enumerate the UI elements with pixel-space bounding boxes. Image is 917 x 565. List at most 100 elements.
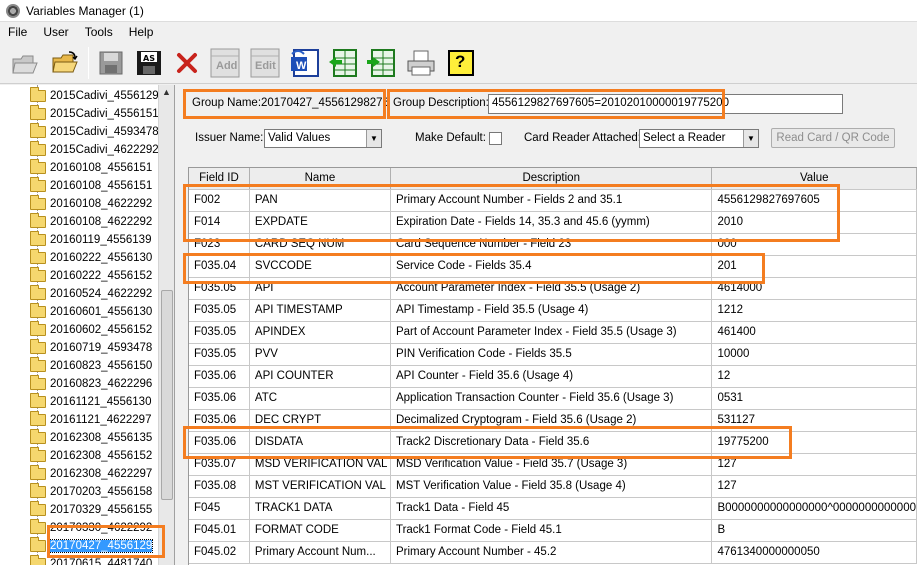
name-cell[interactable]: MST VERIFICATION VAL bbox=[249, 475, 391, 498]
description-cell[interactable]: MSD Verification Value - Field 35.7 (Usa… bbox=[390, 453, 713, 476]
tree-item[interactable]: 20160119_4556139 bbox=[30, 231, 158, 249]
name-cell[interactable]: FORMAT CODE bbox=[249, 519, 391, 542]
field-id-cell[interactable]: F035.05 bbox=[189, 321, 250, 344]
make-default-checkbox[interactable] bbox=[489, 132, 502, 145]
table-row[interactable]: F035.06 API COUNTER API Counter - Field 35… bbox=[189, 365, 917, 388]
tree-item[interactable]: 20160602_4556152 bbox=[30, 321, 158, 339]
name-cell[interactable]: CARD SEQ NUM bbox=[249, 233, 391, 256]
value-cell[interactable]: 1212 bbox=[711, 299, 917, 322]
description-cell[interactable]: PIN Verification Code - Fields 35.5 bbox=[390, 343, 713, 366]
menu-file[interactable]: File bbox=[0, 25, 35, 39]
description-cell[interactable]: Part of Account Parameter Index - Field … bbox=[390, 321, 713, 344]
tree-item[interactable]: 20160719_4593478 bbox=[30, 339, 158, 357]
name-cell[interactable]: MSD VERIFICATION VAL bbox=[249, 453, 391, 476]
table-row[interactable]: F035.04 SVCCODE Service Code - Fields 35.4… bbox=[189, 255, 917, 278]
table-row[interactable]: F045 TRACK1 DATA Track1 Data - Field 45 B00… bbox=[189, 497, 917, 520]
field-id-cell[interactable]: F023 bbox=[189, 233, 250, 256]
value-cell[interactable]: 000 bbox=[711, 233, 917, 256]
name-cell[interactable]: TRACK1 DATA bbox=[249, 497, 391, 520]
tree-item[interactable]: 20160108_4556151 bbox=[30, 159, 158, 177]
field-id-cell[interactable]: F014 bbox=[189, 211, 250, 234]
card-reader-select[interactable]: Select a Reader ▼ bbox=[639, 129, 759, 148]
scroll-thumb[interactable] bbox=[161, 290, 173, 500]
table-row[interactable]: F002 PAN Primary Account Number - Fields 2… bbox=[189, 189, 917, 212]
description-cell[interactable]: Track1 Data - Field 45 bbox=[390, 497, 713, 520]
chevron-down-icon[interactable]: ▼ bbox=[366, 130, 381, 147]
field-id-cell[interactable]: F035.06 bbox=[189, 365, 250, 388]
tree-item[interactable]: 20170427_4556129 bbox=[30, 537, 158, 555]
tree-item[interactable]: 20162308_4556152 bbox=[30, 447, 158, 465]
name-cell[interactable]: SVCCODE bbox=[249, 255, 391, 278]
tree-item[interactable]: 20160823_4622296 bbox=[30, 375, 158, 393]
value-cell[interactable]: 201 bbox=[711, 255, 917, 278]
name-cell[interactable]: API COUNTER bbox=[249, 365, 391, 388]
tree-item[interactable]: 20160601_4556130 bbox=[30, 303, 158, 321]
tree-item[interactable]: 20170615_4481740 bbox=[30, 555, 158, 565]
tree-item[interactable]: 20162308_4622297 bbox=[30, 465, 158, 483]
description-cell[interactable]: Primary Account Number - Fields 2 and 35… bbox=[390, 189, 713, 212]
tree-item[interactable]: 2015Cadivi_4593478 bbox=[30, 123, 158, 141]
name-cell[interactable]: APINDEX bbox=[249, 321, 391, 344]
field-id-cell[interactable]: F035.06 bbox=[189, 387, 250, 410]
field-id-cell[interactable]: F035.06 bbox=[189, 431, 250, 454]
open-folder-icon[interactable] bbox=[50, 48, 80, 78]
field-id-cell[interactable]: F045 bbox=[189, 497, 250, 520]
word-export-icon[interactable]: W bbox=[290, 48, 320, 78]
table-row[interactable]: F014 EXPDATE Expiration Date - Fields 14, … bbox=[189, 211, 917, 234]
value-cell[interactable]: 4614000 bbox=[711, 277, 917, 300]
description-cell[interactable]: Expiration Date - Fields 14, 35.3 and 45… bbox=[390, 211, 713, 234]
column-header-field-id[interactable]: Field ID bbox=[189, 168, 250, 190]
table-row[interactable]: F035.07 MSD VERIFICATION VAL MSD Verificat… bbox=[189, 453, 917, 476]
tree-item[interactable]: 20160222_4556130 bbox=[30, 249, 158, 267]
tree-item[interactable]: 2015Cadivi_4556129 bbox=[30, 87, 158, 105]
name-cell[interactable]: PAN bbox=[249, 189, 391, 212]
name-cell[interactable]: PVV bbox=[249, 343, 391, 366]
field-id-cell[interactable]: F035.05 bbox=[189, 277, 250, 300]
description-cell[interactable]: API Timestamp - Field 35.5 (Usage 4) bbox=[390, 299, 713, 322]
value-cell[interactable]: B bbox=[711, 519, 917, 542]
name-cell[interactable]: DISDATA bbox=[249, 431, 391, 454]
value-cell[interactable]: 10000 bbox=[711, 343, 917, 366]
description-cell[interactable]: Account Parameter Index - Field 35.5 (Us… bbox=[390, 277, 713, 300]
delete-icon[interactable] bbox=[172, 48, 202, 78]
open-folder-disabled-icon[interactable] bbox=[10, 48, 40, 78]
table-row[interactable]: F023 CARD SEQ NUM Card Sequence Number - F… bbox=[189, 233, 917, 256]
description-cell[interactable]: Track2 Discretionary Data - Field 35.6 bbox=[390, 431, 713, 454]
help-icon[interactable]: ? bbox=[446, 48, 476, 78]
menu-help[interactable]: Help bbox=[121, 25, 162, 39]
table-row[interactable]: F045.01 FORMAT CODE Track1 Format Code - F… bbox=[189, 519, 917, 542]
name-cell[interactable]: Primary Account Num... bbox=[249, 541, 391, 564]
table-row[interactable]: F035.06 DEC CRYPT Decimalized Cryptogram -… bbox=[189, 409, 917, 432]
printer-icon[interactable] bbox=[406, 48, 436, 78]
edit-button[interactable]: Edit bbox=[250, 48, 280, 78]
field-id-cell[interactable]: F035.07 bbox=[189, 453, 250, 476]
name-cell[interactable]: API TIMESTAMP bbox=[249, 299, 391, 322]
tree-item[interactable]: 20160108_4556151 bbox=[30, 177, 158, 195]
excel-export-icon[interactable] bbox=[328, 48, 358, 78]
value-cell[interactable]: 461400 bbox=[711, 321, 917, 344]
description-cell[interactable]: MST Verification Value - Field 35.8 (Usa… bbox=[390, 475, 713, 498]
value-cell[interactable]: 4556129827697605 bbox=[711, 189, 917, 212]
name-cell[interactable]: DEC CRYPT bbox=[249, 409, 391, 432]
table-row[interactable]: F035.05 PVV PIN Verification Code - Fields… bbox=[189, 343, 917, 366]
field-id-cell[interactable]: F035.04 bbox=[189, 255, 250, 278]
tree-item[interactable]: 20160108_4622292 bbox=[30, 213, 158, 231]
tree-item[interactable]: 20160524_4622292 bbox=[30, 285, 158, 303]
group-name-value[interactable]: 20170427_45561298276 bbox=[261, 97, 389, 109]
field-id-cell[interactable]: F035.08 bbox=[189, 475, 250, 498]
value-cell[interactable]: 2010 bbox=[711, 211, 917, 234]
column-header-name[interactable]: Name bbox=[249, 168, 391, 190]
description-cell[interactable]: Decimalized Cryptogram - Field 35.6 (Usa… bbox=[390, 409, 713, 432]
description-cell[interactable]: Service Code - Fields 35.4 bbox=[390, 255, 713, 278]
table-row[interactable]: F045.02 Primary Account Num... Primary Acc… bbox=[189, 541, 917, 564]
value-cell[interactable]: 127 bbox=[711, 475, 917, 498]
value-cell[interactable]: B0000000000000000^0000000000000 bbox=[711, 497, 917, 520]
excel-import-icon[interactable] bbox=[366, 48, 396, 78]
name-cell[interactable]: API bbox=[249, 277, 391, 300]
field-id-cell[interactable]: F035.06 bbox=[189, 409, 250, 432]
tree-item[interactable]: 20160823_4556150 bbox=[30, 357, 158, 375]
tree-item[interactable]: 20170203_4556158 bbox=[30, 483, 158, 501]
chevron-down-icon[interactable]: ▼ bbox=[743, 130, 758, 147]
value-cell[interactable]: 127 bbox=[711, 453, 917, 476]
tree-item[interactable]: 20160108_4622292 bbox=[30, 195, 158, 213]
